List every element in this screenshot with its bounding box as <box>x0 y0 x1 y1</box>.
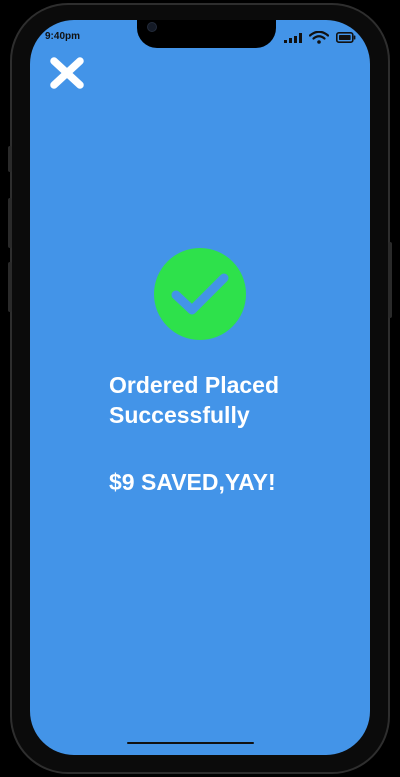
front-camera <box>147 22 157 32</box>
status-icons <box>284 31 356 44</box>
silent-switch <box>8 146 12 172</box>
battery-icon <box>336 32 356 43</box>
success-title-line-2: Successfully <box>109 402 250 428</box>
volume-down-button <box>8 262 12 312</box>
cellular-signal-icon <box>284 32 302 43</box>
power-button <box>388 242 392 318</box>
savings-message: $9 SAVED,YAY! <box>109 469 276 495</box>
close-button[interactable] <box>48 56 86 90</box>
close-icon <box>50 57 84 89</box>
status-time: 9:40pm <box>45 31 81 42</box>
success-title: Ordered Placed Successfully <box>109 370 349 430</box>
home-indicator[interactable] <box>127 742 254 744</box>
app-screen: 9:40pm Ordered Placed Successfully $9 SA… <box>30 20 370 755</box>
wifi-icon <box>309 31 329 44</box>
checkmark-icon <box>171 273 229 315</box>
success-badge <box>154 248 246 340</box>
volume-up-button <box>8 198 12 248</box>
notch <box>137 20 276 48</box>
success-title-line-1: Ordered Placed <box>109 372 280 398</box>
